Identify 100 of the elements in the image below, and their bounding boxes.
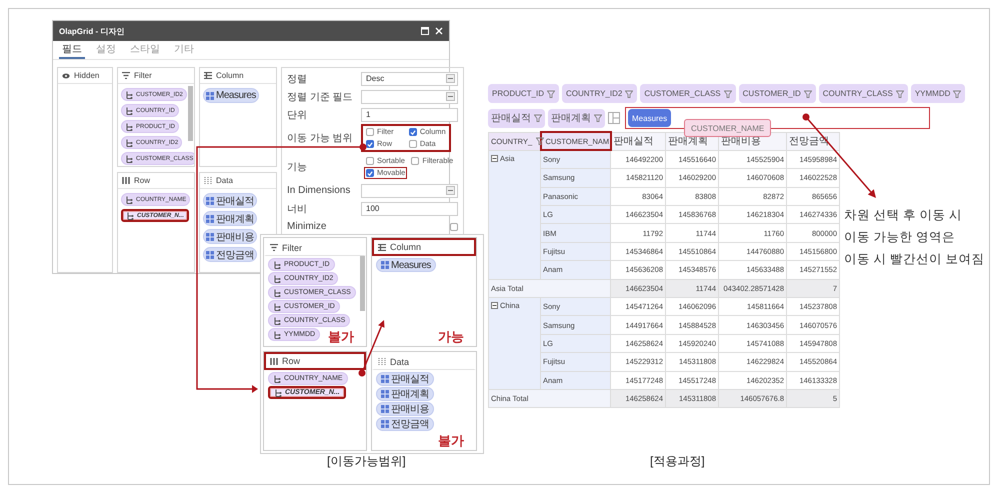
annotation-label: 불가 (438, 434, 464, 447)
hierarchy-icon (273, 302, 281, 310)
hierarchy-icon (273, 260, 281, 268)
field-chip[interactable]: 판매계획 (203, 211, 257, 226)
close-icon[interactable] (435, 27, 443, 35)
field-chip[interactable]: 판매계획 (548, 108, 605, 128)
number-grid-icon (206, 92, 214, 100)
dots-icon (204, 177, 212, 184)
filter-icon (534, 114, 542, 122)
hierarchy-icon (125, 90, 133, 98)
input-field[interactable]: 1 (361, 108, 458, 122)
list-icon (378, 244, 386, 250)
field-chip[interactable]: 판매실적 (376, 372, 434, 386)
scrollbar[interactable] (360, 256, 365, 311)
hierarchy-icon (273, 374, 281, 382)
select-field[interactable] (361, 90, 458, 104)
field-chip[interactable]: 전망금액 (203, 247, 257, 262)
checkbox[interactable] (366, 157, 374, 165)
dash-icon (448, 190, 454, 191)
select-field[interactable] (361, 184, 458, 198)
filter-icon (536, 137, 544, 146)
field-chip[interactable]: PRODUCT_ID (488, 84, 560, 103)
hierarchy-icon (126, 212, 134, 220)
checkbox[interactable] (411, 157, 420, 165)
filter-icon (896, 90, 904, 98)
filter-lines-icon (270, 244, 278, 251)
filter-icon (724, 90, 732, 98)
filter-icon (594, 114, 602, 122)
checkbox[interactable] (366, 169, 374, 177)
field-chip[interactable]: CUSTOMER_CLASS (640, 84, 736, 103)
column-header: 판매실적 (610, 132, 666, 150)
filter-icon (625, 90, 634, 98)
figure-caption: [이동가능범위] (327, 453, 406, 470)
number-grid-icon (381, 375, 389, 383)
property-label: 정렬 (287, 72, 308, 86)
move-arrow (358, 320, 384, 376)
number-grid-icon (206, 232, 214, 240)
checkbox[interactable] (408, 128, 417, 136)
number-grid-icon (381, 405, 389, 413)
hierarchy-icon (125, 196, 133, 204)
dots-icon (378, 358, 386, 365)
eye-icon (62, 72, 70, 78)
layout-icon[interactable] (608, 112, 620, 124)
number-grid-icon (206, 250, 214, 258)
checkbox[interactable] (366, 128, 374, 136)
checkbox[interactable] (450, 222, 458, 230)
panel-title: Filter (134, 71, 152, 80)
field-chip[interactable]: COUNTRY_CLASS (818, 84, 908, 103)
dash-icon (448, 96, 454, 97)
input-field[interactable]: 100 (361, 202, 458, 216)
maximize-icon[interactable] (421, 27, 429, 35)
hierarchy-icon (273, 316, 281, 324)
hierarchy-icon (274, 388, 282, 396)
panel-title: Column (216, 71, 244, 80)
column-header: 전망금액 (786, 132, 840, 150)
dash-icon (448, 78, 454, 79)
annotation-text: 차원 선택 후 이동 시 이동 가능한 영역은 이동 시 빨간선이 보여짐 (844, 207, 984, 268)
field-chip[interactable]: 판매비용 (203, 229, 257, 244)
property-label: 정렬 기준 필드 (287, 90, 354, 104)
hierarchy-icon (125, 154, 133, 162)
annotation-label: 가능 (438, 330, 464, 343)
number-grid-icon (381, 261, 389, 269)
field-chip[interactable]: 판매비용 (376, 402, 434, 416)
property-label: 너비 (287, 202, 308, 216)
list-icon (204, 72, 212, 79)
panel-title: Data (216, 176, 233, 185)
field-chip[interactable]: 판매실적 (203, 193, 257, 208)
filter-icon (547, 90, 556, 98)
field-chip[interactable]: Measures (628, 109, 672, 127)
field-chip[interactable]: YYMMDD (910, 84, 966, 103)
figure-caption: [적용과정] (650, 453, 705, 470)
hierarchy-icon (125, 122, 133, 130)
bars-icon (270, 358, 278, 364)
hierarchy-icon (273, 274, 281, 282)
field-chip[interactable]: 판매실적 (488, 108, 545, 128)
panel-title: Hidden (74, 71, 100, 80)
window-title: OlapGrid - 디자인 (59, 26, 126, 36)
property-label: 이동 가능 범위 (287, 132, 354, 145)
hierarchy-icon (273, 330, 281, 338)
property-label: 기능 (287, 161, 308, 174)
checkbox[interactable] (408, 140, 417, 148)
filter-icon (953, 90, 962, 98)
field-chip[interactable]: Measures (203, 88, 259, 103)
scrollbar[interactable] (188, 86, 193, 141)
checkbox[interactable] (366, 140, 374, 148)
select-field[interactable]: Desc (361, 72, 458, 86)
collapse-icon[interactable] (491, 154, 498, 162)
field-chip[interactable]: 전망금액 (376, 417, 434, 431)
filter-icon (804, 90, 812, 98)
field-chip[interactable]: COUNTRY_ID2 (562, 84, 638, 103)
panel-title: Column (390, 242, 422, 252)
property-label: In Dimensions (287, 185, 352, 196)
field-chip[interactable]: CUSTOMER_ID (738, 84, 816, 103)
tab[interactable]: 필드 (59, 41, 85, 59)
property-label: Minimize (287, 221, 328, 232)
number-grid-icon (381, 420, 389, 428)
panel-title: Filter (282, 242, 302, 252)
field-chip[interactable]: 판매계획 (376, 387, 434, 401)
collapse-icon[interactable] (491, 302, 498, 310)
field-chip[interactable]: Measures (376, 258, 436, 272)
